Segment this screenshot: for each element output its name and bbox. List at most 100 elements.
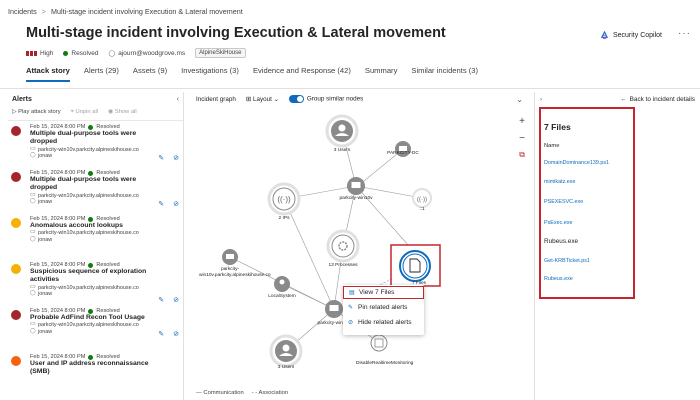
incident-tag[interactable]: AlpineSkiHouse <box>195 48 246 58</box>
back-to-incident-link[interactable]: ← Back to incident details <box>620 96 695 103</box>
machine-left-label: parkcity-win10v.parkcity.alpineskihouse.… <box>199 267 271 278</box>
users-top-node[interactable] <box>325 114 359 148</box>
file-row[interactable]: Get-KRBTicket.ps1 <box>544 258 590 264</box>
svg-text:((·)): ((·)) <box>417 197 427 203</box>
hide-alerts-label: Hide related alerts <box>358 319 412 326</box>
file-row[interactable]: Rubeus.exe <box>544 276 573 282</box>
alert-user: jonaw <box>30 236 183 243</box>
zoom-in-icon[interactable]: + <box>519 116 525 127</box>
alert-title: Multiple dual-purpose tools were dropped <box>30 130 137 146</box>
tab-similar-incidents[interactable]: Similar incidents (3) <box>411 66 478 82</box>
zoom-out-icon[interactable]: − <box>519 133 525 144</box>
group-similar-toggle[interactable]: Group similar nodes <box>288 95 363 103</box>
files-side-pane: › ← Back to incident details 7 Files Name… <box>534 92 700 400</box>
hide-icon[interactable]: ⊘ <box>173 296 179 304</box>
tab-assets[interactable]: Assets (9) <box>133 66 167 82</box>
alert-title: Probable AdFind Recon Tool Usage <box>30 314 145 321</box>
alert-item[interactable]: Feb 15, 2024 8:00 PM Resolved Probable Ad… <box>8 305 183 351</box>
files-pane-title: 7 Files <box>544 122 571 132</box>
tab-attack-story[interactable]: Attack story <box>26 66 70 82</box>
show-all-button[interactable]: ◉ Show all <box>108 109 137 116</box>
ips-label: 2 IPs <box>278 216 290 221</box>
chevron-down-icon[interactable]: ⌄ <box>516 95 523 104</box>
alert-item[interactable]: Feb 15, 2024 8:00 PM Resolved Suspicious … <box>8 259 183 305</box>
copilot-icon <box>600 31 609 40</box>
unpin-all-button[interactable]: ⌖ Unpin all <box>71 109 98 116</box>
graph-canvas: ((·)) ((·)) <box>222 114 441 368</box>
play-attack-story-button[interactable]: ▷ Play attack story <box>12 109 61 116</box>
files-node[interactable] <box>390 244 441 287</box>
alert-item[interactable]: Feb 15, 2024 8:00 PM Resolved Multiple du… <box>8 121 183 167</box>
legend-communication-label: Communication <box>203 390 244 396</box>
breadcrumb-incidents[interactable]: Incidents <box>8 7 37 16</box>
win10v-node[interactable] <box>347 177 365 195</box>
layout-dropdown[interactable]: ⊞ Layout ⌄ <box>246 96 279 103</box>
view-files-menu-item[interactable]: ▤ View 7 Files <box>343 286 424 299</box>
tab-investigations[interactable]: Investigations (3) <box>181 66 239 82</box>
tab-evidence[interactable]: Evidence and Response (42) <box>253 66 351 82</box>
local-system-node[interactable] <box>274 276 290 292</box>
collapse-left-icon[interactable]: ‹ <box>177 96 179 103</box>
file-row[interactable]: Rubeus.exe <box>544 238 578 245</box>
arrow-left-icon: ← <box>620 96 627 103</box>
disable-monitoring-node[interactable] <box>370 334 388 352</box>
pin-icon[interactable]: ✎ <box>158 330 164 338</box>
hide-icon[interactable]: ⊘ <box>173 154 179 162</box>
resolved-dot-icon <box>88 170 94 176</box>
users-bottom-node[interactable] <box>269 334 303 368</box>
file-row[interactable]: mimikatz.exe <box>544 179 575 185</box>
resolved-dot-icon <box>88 354 94 360</box>
alerts-heading: Alerts <box>12 96 32 103</box>
processes-label: 13 Processes <box>328 263 358 268</box>
alert-item[interactable]: Feb 15, 2024 8:00 PM Resolved Anomalous a… <box>8 213 183 259</box>
layout-icon: ⊞ <box>245 95 253 103</box>
hide-alerts-menu-item[interactable]: ⊘ Hide related alerts <box>343 316 424 329</box>
more-options-button[interactable]: ··· <box>678 28 691 39</box>
tab-alerts[interactable]: Alerts (29) <box>84 66 119 82</box>
alerts-toolbar: ▷ Play attack story ⌖ Unpin all ◉ Show a… <box>8 107 183 121</box>
win10v-label: parkcity-win10v <box>339 196 373 201</box>
ips-node[interactable]: ((·)) <box>267 182 301 216</box>
pin-alerts-menu-item[interactable]: ✎ Pin related alerts <box>343 301 424 314</box>
toggle-switch-icon <box>288 95 304 103</box>
tabs-divider <box>0 88 700 89</box>
hide-icon[interactable]: ⊘ <box>173 200 179 208</box>
alert-title: Multiple dual-purpose tools were dropped <box>30 176 137 192</box>
severity-dot-icon <box>11 310 21 320</box>
node-context-menu: ▤ View 7 Files ✎ Pin related alerts ⊘ Hide … <box>343 285 424 335</box>
alert-item[interactable]: Feb 15, 2024 8:00 PM Resolved User and IP… <box>8 351 183 397</box>
play-label: Play attack story <box>18 109 61 115</box>
resolved-dot-icon <box>88 262 94 268</box>
local-system-label: LocalSystem <box>268 294 296 299</box>
alert-actions: ✎ ⊘ <box>158 154 179 162</box>
graph-label: Incident graph <box>196 95 236 103</box>
machine-bottom-node[interactable] <box>325 300 343 318</box>
file-row[interactable]: DomainDominance139.ps1 <box>544 160 609 166</box>
pin-icon[interactable]: ✎ <box>158 200 164 208</box>
resolved-dot-icon <box>88 124 94 130</box>
file-row[interactable]: PsExec.exe <box>544 220 572 226</box>
eye-icon: ◉ <box>108 109 115 115</box>
back-label: Back to incident details <box>629 96 695 103</box>
alerts-header: Alerts ‹ <box>8 92 183 107</box>
machine-left-node[interactable] <box>222 249 238 265</box>
resolved-dot-icon <box>88 308 94 314</box>
incident-meta: High Resolved ◯ ajourn@woodgrove.ms Alpi… <box>26 48 246 58</box>
hide-icon[interactable]: ⊘ <box>173 330 179 338</box>
chevron-right-icon[interactable]: › <box>540 96 542 103</box>
layout-label: Layout <box>252 95 272 103</box>
pin-alerts-label: Pin related alerts <box>358 304 408 311</box>
person-icon: ◯ <box>108 50 116 57</box>
pin-icon[interactable]: ✎ <box>158 154 164 162</box>
file-row[interactable]: PSEXESVC.exe <box>544 199 583 205</box>
ip-small-node[interactable]: ((·)) <box>412 188 432 208</box>
severity-dot-icon <box>11 356 21 366</box>
alert-item[interactable]: Feb 15, 2024 8:00 PM Resolved Multiple du… <box>8 167 183 213</box>
pin-icon[interactable]: ✎ <box>158 296 164 304</box>
processes-node[interactable] <box>326 229 360 263</box>
graph-legend: — Communication - - Association <box>196 390 288 396</box>
fit-screen-icon[interactable]: ⧉ <box>519 150 525 160</box>
security-copilot-button[interactable]: Security Copilot <box>600 31 662 40</box>
tab-summary[interactable]: Summary <box>365 66 398 82</box>
files-column-header: Name <box>544 143 560 149</box>
